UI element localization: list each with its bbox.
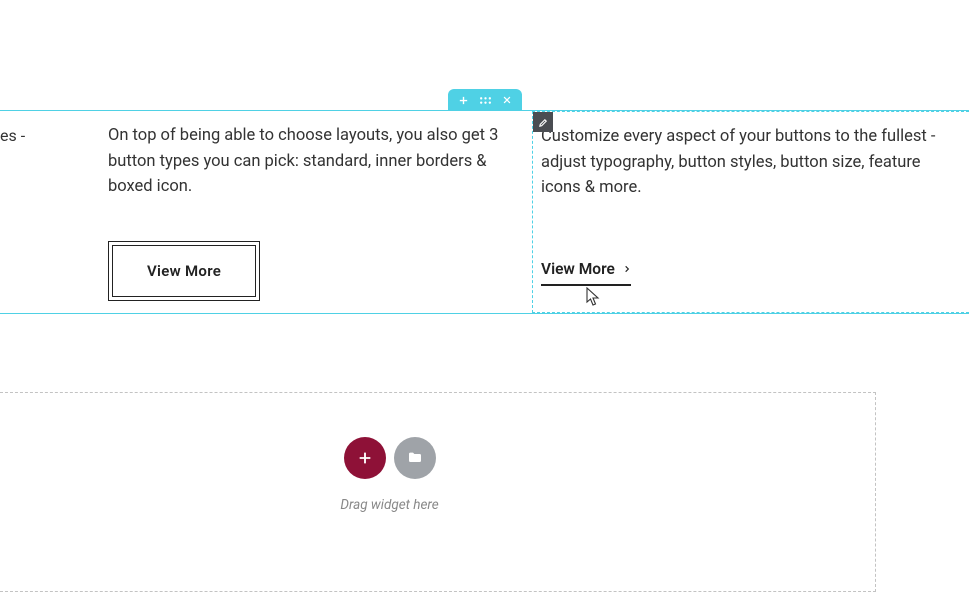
drag-section-icon[interactable] — [479, 95, 492, 106]
editor-section[interactable]: es - On top of being able to choose layo… — [0, 110, 969, 314]
column-1-text: On top of being able to choose layouts, … — [108, 123, 500, 200]
view-more-boxed-label: View More — [112, 245, 256, 297]
dropzone-actions — [0, 437, 827, 479]
partial-text: es - — [0, 126, 25, 145]
view-more-link-button[interactable]: View More — [541, 260, 631, 286]
dropzone-hint: Drag widget here — [0, 497, 827, 513]
view-more-link-label: View More — [541, 260, 615, 278]
add-widget-button[interactable] — [344, 437, 386, 479]
close-section-icon[interactable] — [502, 95, 512, 105]
view-more-boxed-button[interactable]: View More — [108, 241, 260, 301]
add-section-icon[interactable] — [458, 95, 469, 106]
column-2-text: Customize every aspect of your buttons t… — [541, 124, 939, 201]
column-1[interactable]: On top of being able to choose layouts, … — [100, 111, 530, 313]
section-handle — [448, 89, 522, 111]
empty-section-dropzone[interactable]: Drag widget here — [0, 392, 876, 592]
edit-widget-icon[interactable] — [533, 112, 553, 132]
column-partial: es - — [0, 111, 40, 313]
column-2[interactable]: Customize every aspect of your buttons t… — [532, 111, 969, 313]
chevron-right-icon — [623, 263, 631, 275]
template-library-button[interactable] — [394, 437, 436, 479]
